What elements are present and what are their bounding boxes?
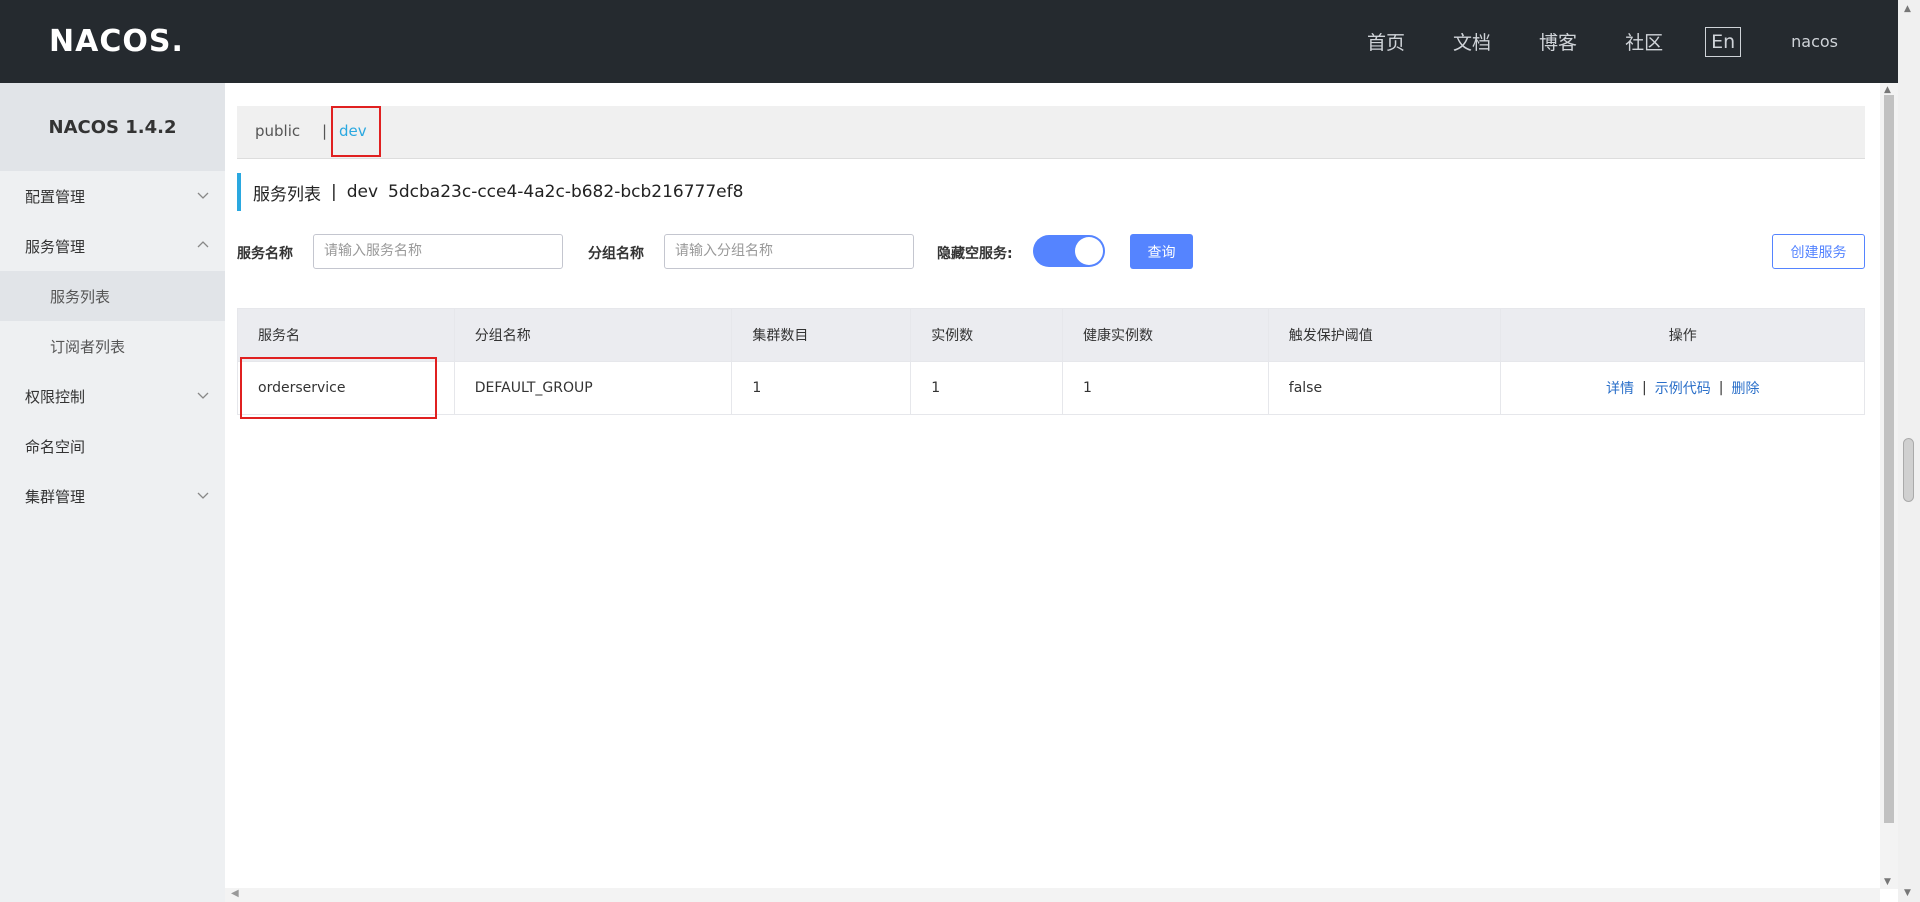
sidebar-item-service-list[interactable]: 服务列表 bbox=[0, 271, 225, 321]
sidebar-item-config-management[interactable]: 配置管理 bbox=[0, 171, 225, 221]
highlight-box bbox=[240, 357, 437, 419]
column-header: 集群数目 bbox=[732, 309, 912, 361]
page-title-separator: | bbox=[331, 182, 337, 202]
chevron-down-icon bbox=[197, 192, 209, 199]
nav-docs[interactable]: 文档 bbox=[1453, 28, 1491, 55]
page-vertical-scrollbar[interactable]: ▲ ▼ bbox=[1898, 0, 1920, 902]
page-title-namespace-id: 5dcba23c-cce4-4a2c-b682-bcb216777ef8 bbox=[388, 182, 744, 202]
nav-home[interactable]: 首页 bbox=[1367, 28, 1405, 55]
toggle-knob bbox=[1075, 237, 1103, 265]
sidebar-item-label: 配置管理 bbox=[25, 187, 86, 206]
detail-link[interactable]: 详情 bbox=[1606, 378, 1634, 398]
instance-count-cell: 1 bbox=[911, 362, 1064, 414]
sidebar-item-subscriber-list[interactable]: 订阅者列表 bbox=[0, 321, 225, 371]
sidebar-item-label: 订阅者列表 bbox=[50, 337, 126, 356]
sidebar: NACOS 1.4.2 配置管理 服务管理 服务列表 订阅者列表 权限控制 命名… bbox=[0, 83, 225, 902]
nav-community[interactable]: 社区 bbox=[1625, 28, 1663, 55]
main-horizontal-scrollbar[interactable]: ◀ bbox=[225, 888, 1880, 902]
service-name-label: 服务名称 bbox=[237, 246, 293, 262]
highlight-box bbox=[331, 106, 381, 157]
delete-link[interactable]: 删除 bbox=[1731, 378, 1759, 398]
sample-code-link[interactable]: 示例代码 bbox=[1655, 378, 1711, 398]
namespace-public[interactable]: public bbox=[255, 122, 300, 140]
service-table: 服务名 分组名称 集群数目 实例数 健康实例数 触发保护阈值 操作 orders… bbox=[237, 308, 1865, 419]
sidebar-item-namespace[interactable]: 命名空间 bbox=[0, 421, 225, 471]
op-separator: | bbox=[1718, 380, 1724, 396]
sidebar-item-cluster-management[interactable]: 集群管理 bbox=[0, 471, 225, 521]
user-menu[interactable]: nacos bbox=[1791, 32, 1838, 51]
sidebar-item-label: 权限控制 bbox=[25, 387, 86, 406]
nacos-logo[interactable]: NACOS. bbox=[49, 24, 184, 59]
chevron-up-icon bbox=[197, 241, 209, 248]
scroll-up-arrow-icon[interactable]: ▲ bbox=[1904, 4, 1911, 14]
create-service-button[interactable]: 创建服务 bbox=[1772, 234, 1865, 269]
scroll-down-arrow-icon[interactable]: ▼ bbox=[1884, 877, 1891, 887]
healthy-instance-count-cell: 1 bbox=[1063, 362, 1269, 414]
column-header: 分组名称 bbox=[455, 309, 733, 361]
group-name-input[interactable]: 请输入分组名称 bbox=[664, 234, 914, 269]
operations-cell: 详情 | 示例代码 | 删除 bbox=[1501, 362, 1864, 414]
cluster-count-cell: 1 bbox=[732, 362, 912, 414]
sidebar-item-access-control[interactable]: 权限控制 bbox=[0, 371, 225, 421]
group-name-cell: DEFAULT_GROUP bbox=[455, 362, 733, 414]
op-separator: | bbox=[1642, 380, 1647, 396]
table-row: orderservice DEFAULT_GROUP 1 1 1 false 详… bbox=[238, 357, 1864, 419]
group-name-label: 分组名称 bbox=[588, 246, 644, 262]
language-switch-button[interactable]: En bbox=[1705, 26, 1742, 57]
sidebar-item-service-management[interactable]: 服务管理 bbox=[0, 221, 225, 271]
column-header: 触发保护阈值 bbox=[1269, 309, 1502, 361]
column-header: 操作 bbox=[1668, 328, 1697, 344]
scroll-left-arrow-icon[interactable]: ◀ bbox=[231, 888, 239, 899]
page-title-namespace: dev bbox=[346, 182, 379, 202]
query-button[interactable]: 查询 bbox=[1130, 234, 1193, 269]
namespace-separator: | bbox=[322, 122, 328, 140]
main-content: public | dev 服务列表 | dev 5dcba23c-cce4-4a… bbox=[225, 83, 1880, 888]
table-header: 服务名 分组名称 集群数目 实例数 健康实例数 触发保护阈值 操作 bbox=[238, 309, 1864, 361]
column-header: 实例数 bbox=[911, 309, 1064, 361]
top-nav: 首页 文档 博客 社区 En nacos bbox=[1319, 0, 1838, 83]
page-title-text: 服务列表 bbox=[253, 184, 321, 205]
sidebar-item-label: 集群管理 bbox=[25, 487, 86, 506]
sidebar-item-label: 服务管理 bbox=[25, 237, 86, 256]
service-name-input[interactable]: 请输入服务名称 bbox=[313, 234, 563, 269]
nav-blog[interactable]: 博客 bbox=[1539, 28, 1577, 55]
sidebar-item-label: 命名空间 bbox=[25, 437, 86, 456]
namespace-bar: public | dev bbox=[237, 106, 1865, 159]
hide-empty-label: 隐藏空服务: bbox=[937, 246, 1013, 262]
page-title: 服务列表 | dev 5dcba23c-cce4-4a2c-b682-bcb21… bbox=[237, 173, 753, 211]
column-header: 健康实例数 bbox=[1063, 309, 1269, 361]
main-vertical-scrollbar[interactable]: ▲ ▼ bbox=[1880, 83, 1898, 889]
scrollbar-thumb[interactable] bbox=[1903, 438, 1914, 502]
scrollbar-thumb[interactable] bbox=[1884, 95, 1894, 823]
sidebar-title: NACOS 1.4.2 bbox=[0, 83, 225, 171]
protect-threshold-cell: false bbox=[1269, 362, 1502, 414]
chevron-down-icon bbox=[197, 392, 209, 399]
service-name-cell: orderservice bbox=[238, 357, 455, 419]
scroll-up-arrow-icon[interactable]: ▲ bbox=[1884, 85, 1891, 95]
top-header: NACOS. 首页 文档 博客 社区 En nacos bbox=[0, 0, 1898, 83]
column-header: 服务名 bbox=[238, 309, 455, 361]
sidebar-item-label: 服务列表 bbox=[50, 287, 111, 306]
hide-empty-toggle[interactable] bbox=[1033, 235, 1105, 267]
filter-bar: 服务名称 请输入服务名称 分组名称 请输入分组名称 隐藏空服务: 查询 创建服务 bbox=[237, 234, 1865, 270]
scroll-down-arrow-icon[interactable]: ▼ bbox=[1904, 888, 1911, 898]
chevron-down-icon bbox=[197, 492, 209, 499]
